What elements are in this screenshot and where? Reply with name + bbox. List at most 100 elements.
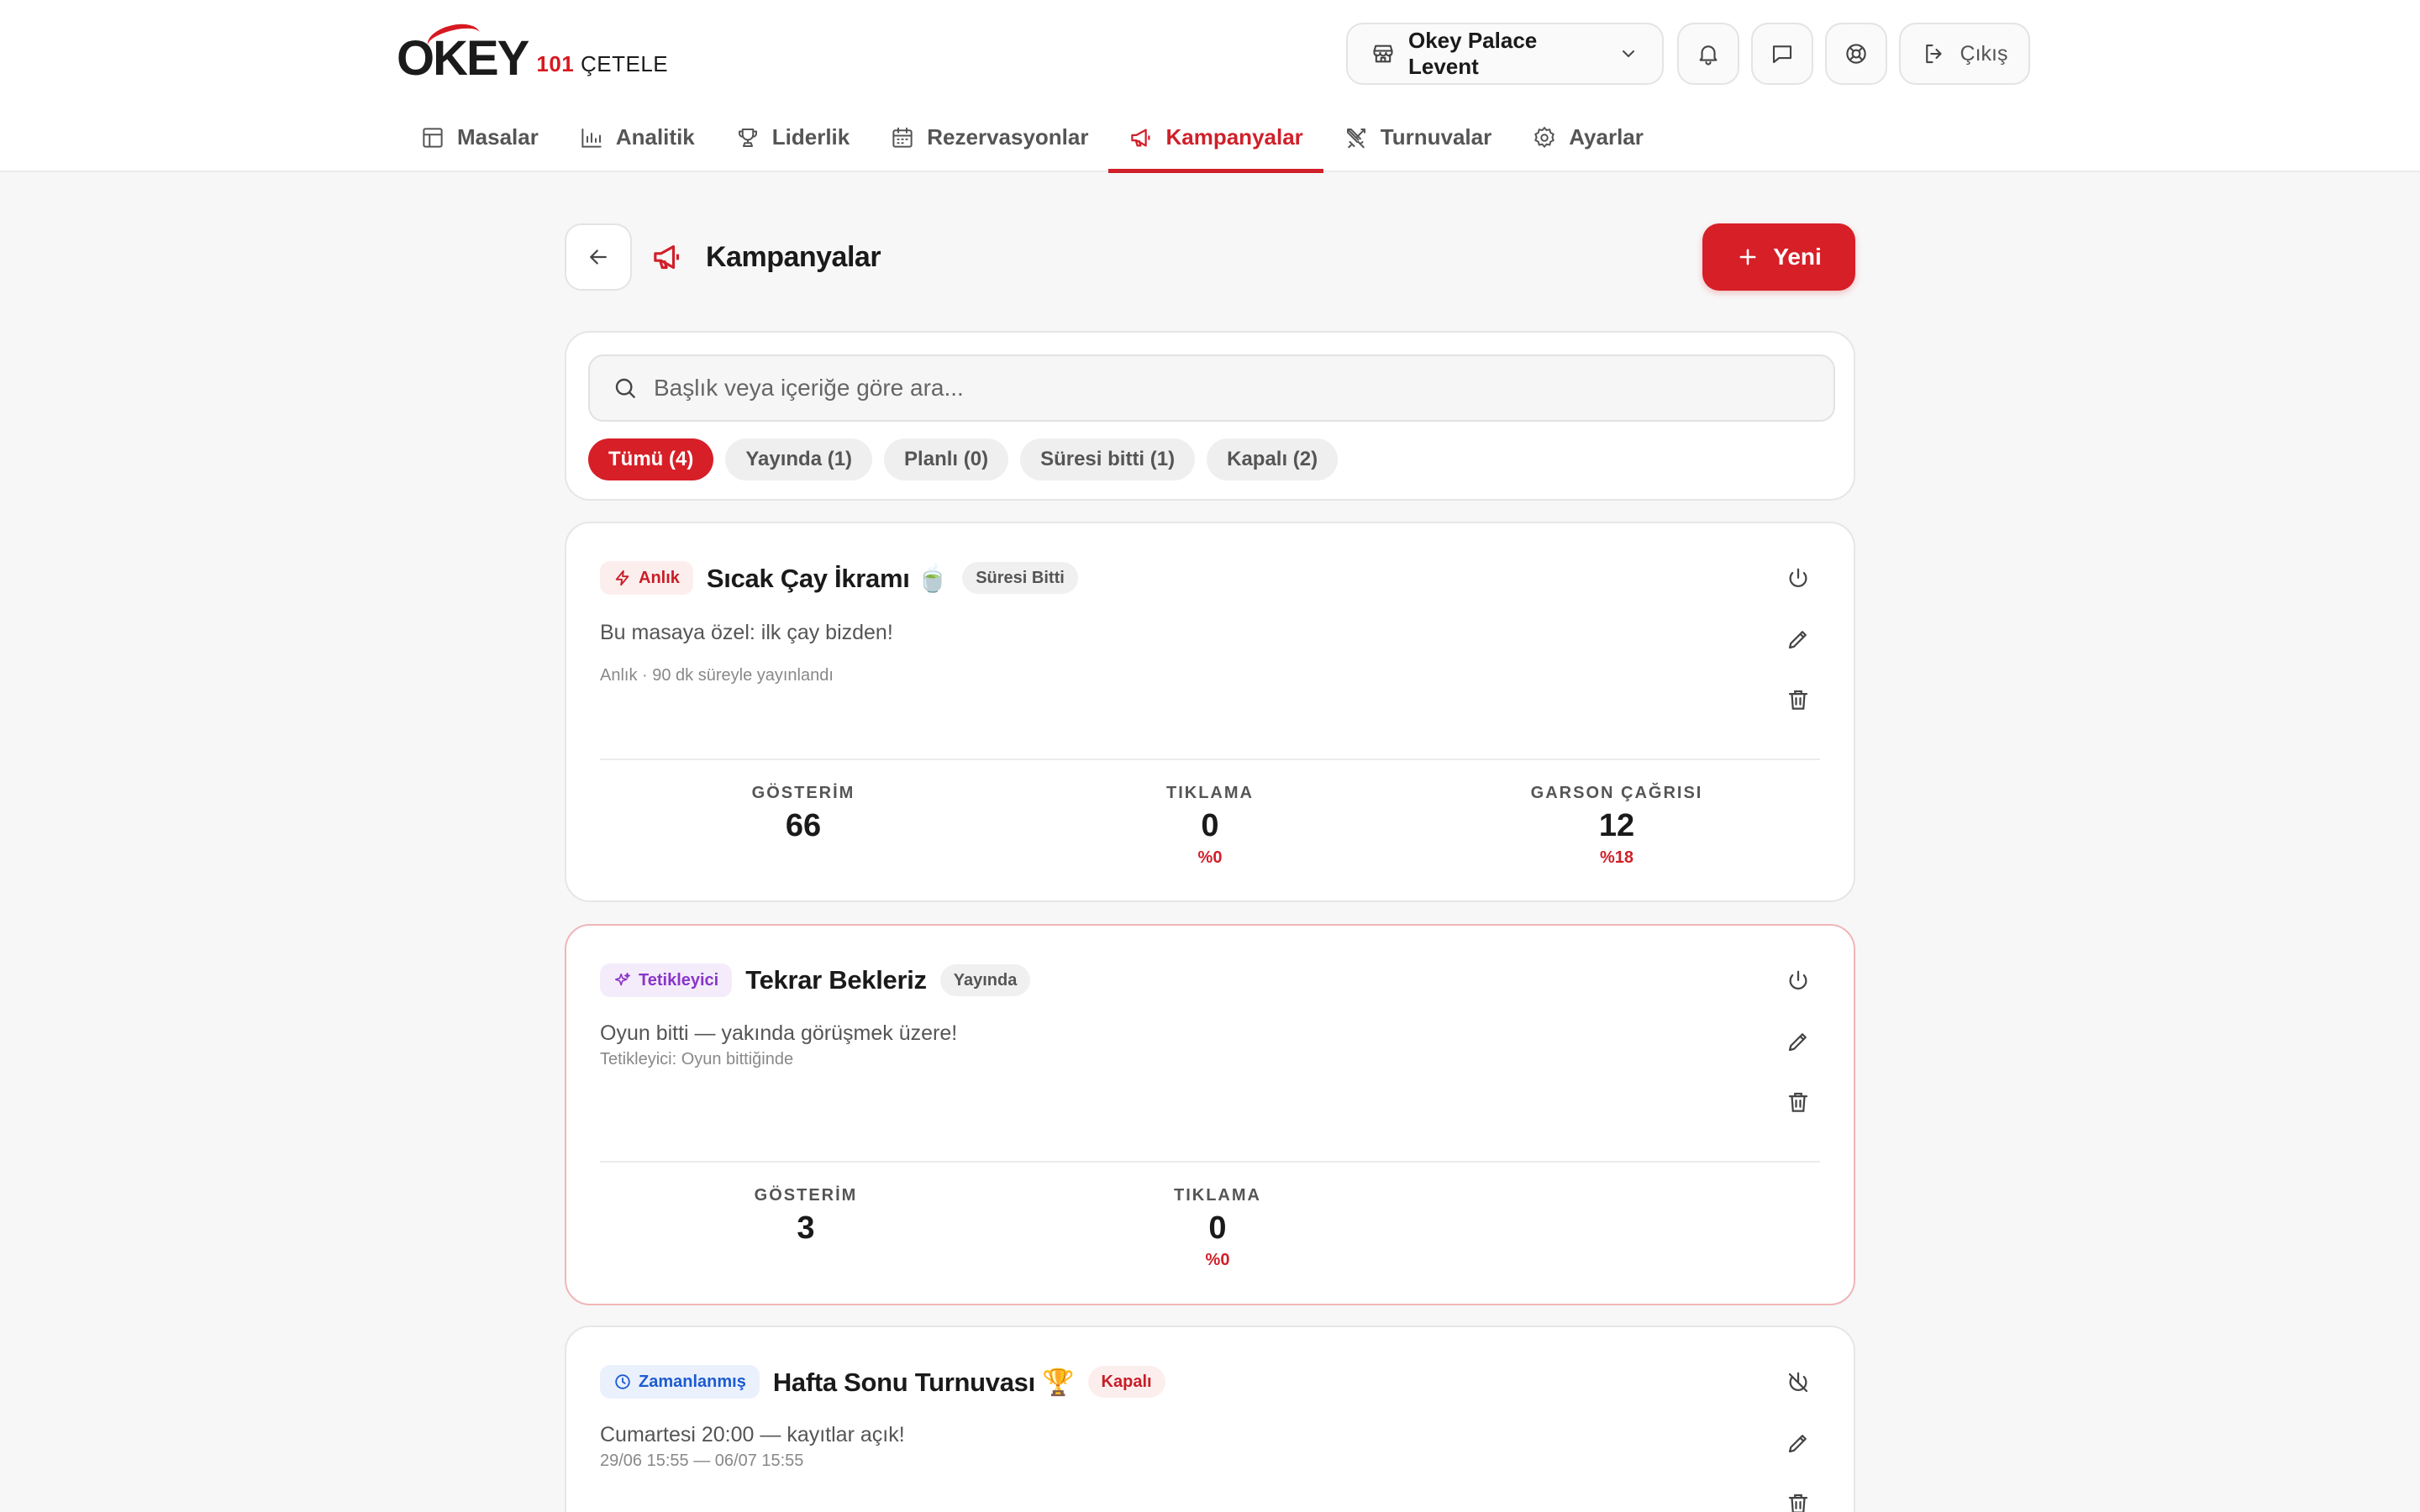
campaign-title-text: Sıcak Çay İkramı xyxy=(706,563,910,593)
campaign-description: Cumartesi 20:00 — kayıtlar açık! xyxy=(600,1423,905,1446)
messages-button[interactable] xyxy=(1751,23,1813,85)
filter-panel: Tümü (4) Yayında (1) Planlı (0) Süresi b… xyxy=(565,331,1855,501)
logo-sub: 101 ÇETELE xyxy=(536,51,668,77)
logout-icon xyxy=(1925,44,1942,64)
edit-button[interactable] xyxy=(1783,624,1813,654)
type-badge: Zamanlanmış xyxy=(600,1365,760,1399)
status-filters: Tümü (4) Yayında (1) Planlı (0) Süresi b… xyxy=(588,438,1339,480)
tab-liderlik[interactable]: Liderlik xyxy=(715,109,870,172)
notifications-button[interactable] xyxy=(1677,23,1739,85)
delete-button[interactable] xyxy=(1783,685,1813,715)
type-badge: Anlık xyxy=(600,561,693,595)
campaign-title-text: Hafta Sonu Turnuvası xyxy=(772,1367,1035,1397)
campaign-meta: Anlık · 90 dk süreyle yayınlandı xyxy=(600,666,834,685)
stat-percent: %18 xyxy=(1599,848,1634,867)
campaign-description: Oyun bitti — yakında görüşmek üzere! xyxy=(600,1021,958,1045)
campaign-description: Bu masaya özel: ilk çay bizden! xyxy=(600,621,893,644)
trash-icon xyxy=(1788,1494,1808,1512)
gear-icon xyxy=(1534,126,1555,148)
stat-impressions: GÖSTERİM 66 xyxy=(600,784,1007,868)
status-badge: Kapalı xyxy=(1087,1366,1165,1398)
tab-ayarlar[interactable]: Ayarlar xyxy=(1512,109,1664,172)
tab-turnuvalar[interactable]: Turnuvalar xyxy=(1323,109,1512,172)
swords-icon xyxy=(1346,128,1365,148)
campaign-actions xyxy=(1783,564,1813,715)
venue-name: Okey Palace Levent xyxy=(1408,28,1538,79)
page-title: Kampanyalar xyxy=(706,240,881,273)
toggle-button[interactable] xyxy=(1783,966,1813,996)
plus-icon xyxy=(1739,249,1756,265)
filter-all[interactable]: Tümü (4) xyxy=(588,438,714,480)
stat-value: 0 xyxy=(1208,1210,1227,1246)
calendar-icon xyxy=(892,127,913,148)
trash-icon xyxy=(1788,690,1808,710)
logout-button[interactable]: Çıkış xyxy=(1899,23,2030,85)
tab-kampanyalar[interactable]: Kampanyalar xyxy=(1108,109,1324,173)
stat-value: 66 xyxy=(785,808,822,843)
search-input[interactable] xyxy=(654,375,1813,402)
type-label: Tetikleyici xyxy=(639,970,719,990)
tab-label: Analitik xyxy=(615,124,695,150)
delete-button[interactable] xyxy=(1783,1087,1813,1117)
megaphone-icon xyxy=(654,244,680,270)
tea-emoji: 🍵 xyxy=(916,563,950,593)
clock-icon xyxy=(615,1374,630,1389)
stat-waiter-calls: GARSON ÇAĞRISI 12 %18 xyxy=(1413,784,1820,868)
stat-label: GARSON ÇAĞRISI xyxy=(1530,784,1703,802)
stat-value: 0 xyxy=(1201,808,1219,843)
sparkles-icon xyxy=(614,972,631,986)
toggle-button[interactable] xyxy=(1783,1368,1813,1398)
trophy-emoji: 🏆 xyxy=(1042,1367,1075,1397)
tab-analitik[interactable]: Analitik xyxy=(559,109,715,172)
stat-clicks: TIKLAMA 0 %0 xyxy=(1012,1186,1423,1270)
new-campaign-button[interactable]: Yeni xyxy=(1702,223,1855,291)
campaign-meta: Tetikleyici: Oyun bittiğinde xyxy=(600,1050,794,1068)
tab-rezervasyonlar[interactable]: Rezervasyonlar xyxy=(870,109,1108,172)
filter-live[interactable]: Yayında (1) xyxy=(725,438,873,480)
status-badge: Yayında xyxy=(939,964,1031,996)
power-icon xyxy=(1789,568,1807,587)
stat-value: 3 xyxy=(797,1210,815,1246)
filter-scheduled[interactable]: Planlı (0) xyxy=(884,438,1009,480)
stat-percent: %0 xyxy=(1205,1251,1230,1269)
chart-icon xyxy=(581,128,602,148)
edit-button[interactable] xyxy=(1783,1026,1813,1057)
campaign-header: Anlık Sıcak Çay İkramı 🍵 Süresi Bitti xyxy=(600,557,1078,599)
campaign-title: Sıcak Çay İkramı 🍵 xyxy=(706,563,950,594)
brand-logo[interactable]: OKEY 101 ÇETELE xyxy=(397,18,668,84)
campaign-title: Tekrar Bekleriz xyxy=(745,965,927,995)
stat-impressions: GÖSTERİM 3 xyxy=(600,1186,1012,1270)
lifebuoy-icon xyxy=(1846,44,1866,64)
tab-label: Liderlik xyxy=(771,124,850,150)
campaign-header: Zamanlanmış Hafta Sonu Turnuvası 🏆 Kapal… xyxy=(600,1361,1165,1403)
search-box[interactable] xyxy=(588,354,1835,422)
stat-percent: %0 xyxy=(1197,848,1223,867)
divider xyxy=(600,1161,1820,1163)
stat-clicks: TIKLAMA 0 %0 xyxy=(1007,784,1413,868)
delete-button[interactable] xyxy=(1783,1488,1813,1512)
edit-button[interactable] xyxy=(1783,1428,1813,1458)
pencil-icon xyxy=(1788,631,1807,649)
stat-label: TIKLAMA xyxy=(1166,784,1254,802)
power-off-icon xyxy=(1788,1372,1808,1393)
venue-selector[interactable]: Okey Palace Levent xyxy=(1346,23,1664,85)
top-bar: OKEY 101 ÇETELE Okey Palace Levent Çıkış… xyxy=(0,0,2420,173)
back-button[interactable] xyxy=(565,223,632,291)
status-badge: Süresi Bitti xyxy=(962,562,1078,594)
stat-label: GÖSTERİM xyxy=(754,1186,858,1205)
campaign-stats: GÖSTERİM 66 TIKLAMA 0 %0 GARSON ÇAĞRISI … xyxy=(600,784,1820,868)
filter-expired[interactable]: Süresi bitti (1) xyxy=(1020,438,1196,480)
type-label: Anlık xyxy=(639,568,680,587)
campaign-card: Tetikleyici Tekrar Bekleriz Yayında Oyun… xyxy=(565,924,1855,1305)
tab-masalar[interactable]: Masalar xyxy=(400,109,559,172)
filter-closed[interactable]: Kapalı (2) xyxy=(1207,438,1339,480)
arrow-left-icon xyxy=(590,249,607,265)
megaphone-icon xyxy=(1131,129,1150,146)
search-icon xyxy=(615,378,635,398)
lightning-icon xyxy=(615,570,629,586)
support-button[interactable] xyxy=(1825,23,1887,85)
toggle-button[interactable] xyxy=(1783,564,1813,594)
bell-icon xyxy=(1699,45,1718,66)
campaign-title: Hafta Sonu Turnuvası 🏆 xyxy=(773,1367,1075,1398)
campaign-card: Anlık Sıcak Çay İkramı 🍵 Süresi Bitti Bu… xyxy=(565,522,1855,902)
